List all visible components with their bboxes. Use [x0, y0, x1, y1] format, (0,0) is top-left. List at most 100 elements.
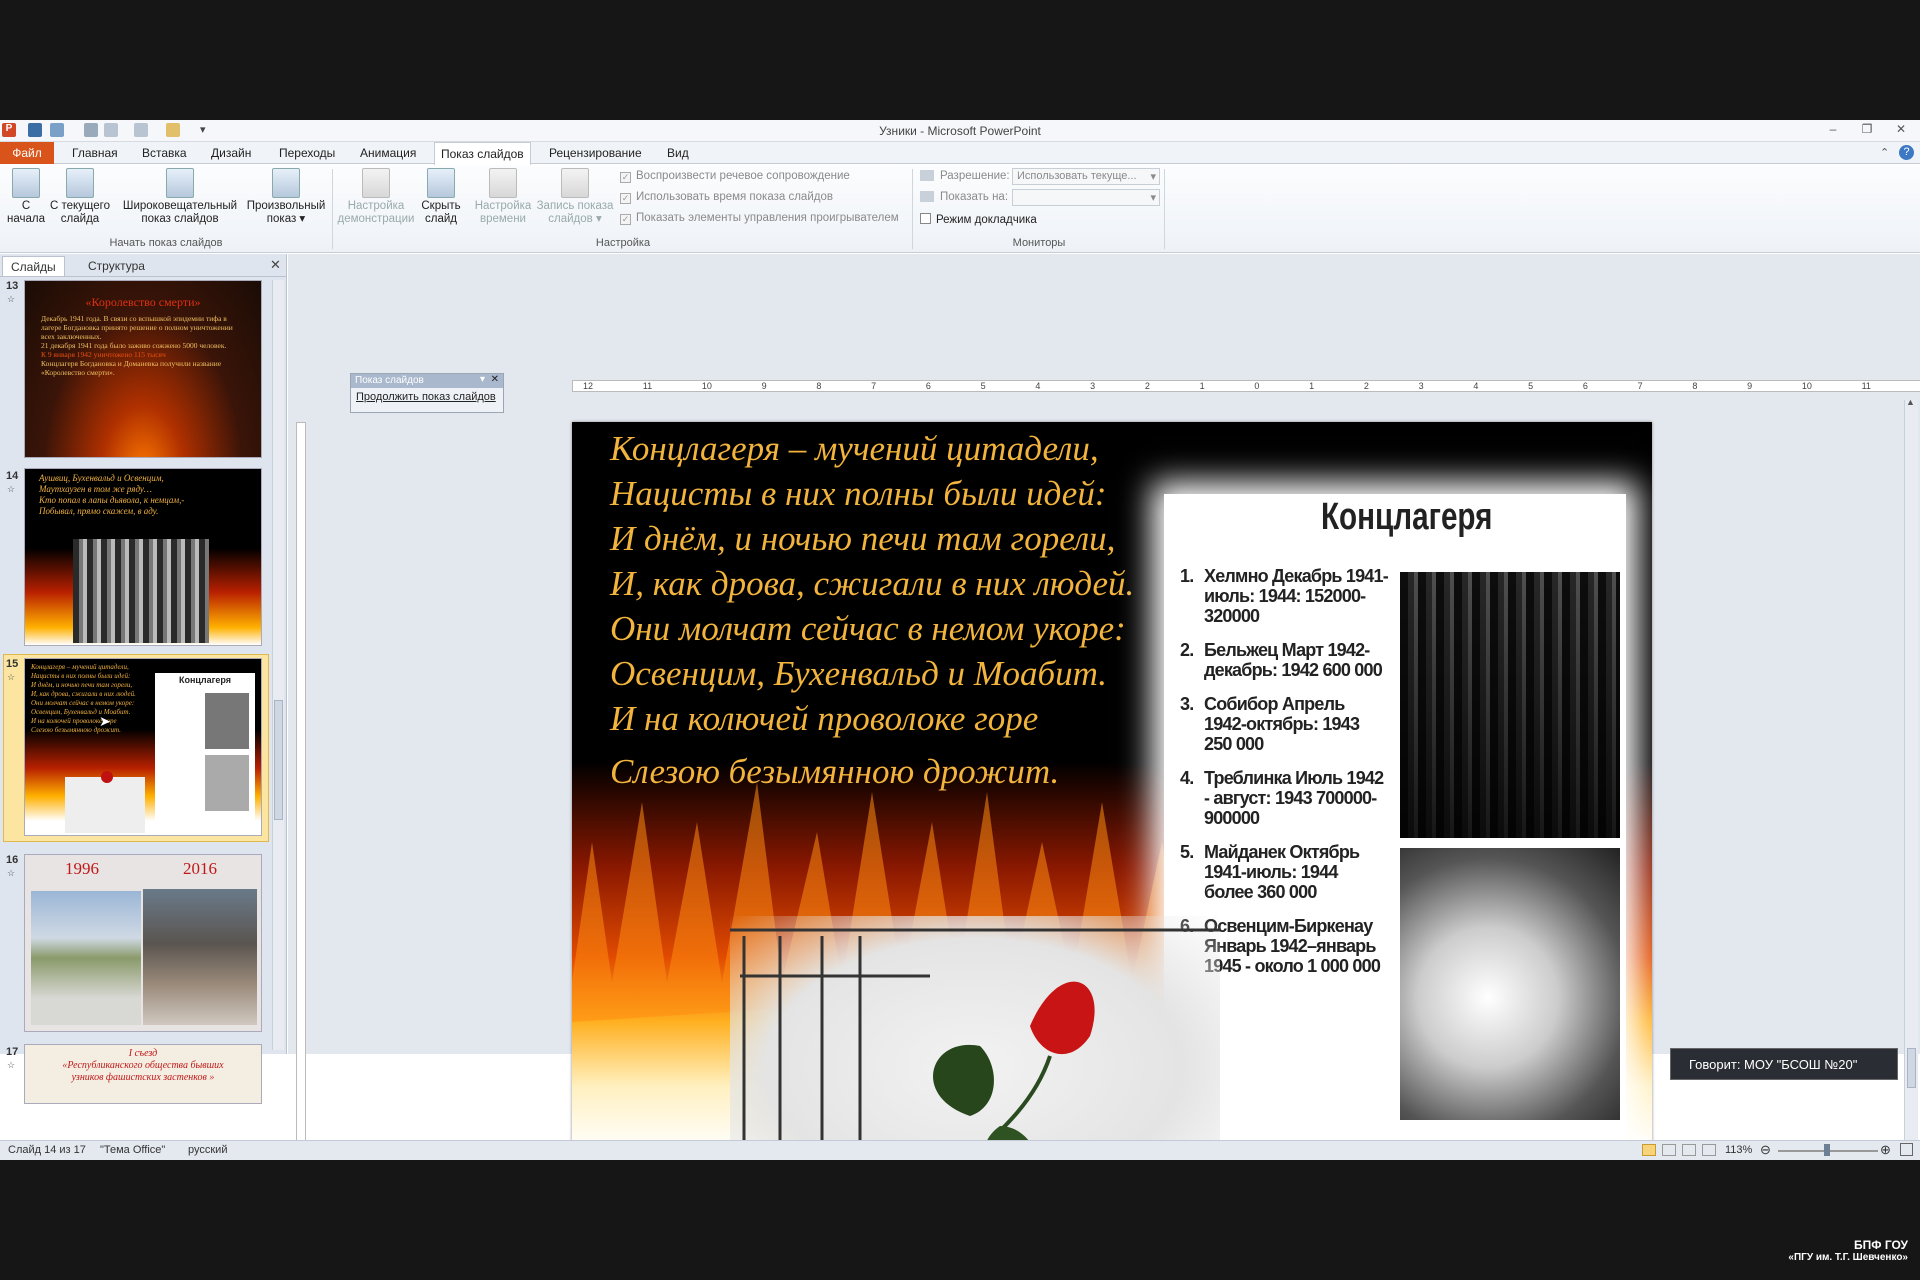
- thumb-number: 14: [6, 470, 19, 482]
- camp-text: Хелмно Декабрь 1941-июль: 1944: 152000-3…: [1204, 566, 1389, 626]
- slide-thumbnail-15[interactable]: Концлагеря – мучений цитадели, Нацисты в…: [24, 658, 262, 836]
- slide-thumbnail-13[interactable]: «Королевство смерти» Декабрь 1941 года. …: [24, 280, 262, 458]
- presenter-view-checkbox[interactable]: Режим докладчика: [920, 213, 1037, 226]
- group-label-monitors: Мониторы: [1012, 237, 1066, 249]
- setup-icon: [362, 168, 390, 198]
- close-icon[interactable]: ✕: [1890, 122, 1912, 138]
- hide-slide-button[interactable]: Скрыть слайд: [418, 168, 464, 226]
- restore-icon[interactable]: ❐: [1856, 122, 1878, 138]
- camp-item: 1. Хелмно Декабрь 1941-июль: 1944: 152000…: [1180, 566, 1390, 626]
- use-timings-checkbox[interactable]: ✓ Использовать время показа слайдов: [620, 191, 833, 204]
- tab-file[interactable]: Файл: [0, 142, 54, 164]
- ruler-mark: 11: [1861, 381, 1871, 391]
- resume-slideshow-button[interactable]: Продолжить показ слайдов: [351, 388, 503, 406]
- execution-photo-2: [1400, 848, 1620, 1120]
- close-pane-icon[interactable]: ✕: [270, 257, 281, 273]
- camp-number: 4.: [1180, 768, 1194, 788]
- from-start-button[interactable]: С начала: [4, 168, 48, 226]
- slideshow-view-icon[interactable]: [1702, 1144, 1716, 1156]
- from-current-button[interactable]: С текущего слайда: [48, 168, 112, 226]
- camp-text: Треблинка Июль 1942 - август: 1943 70000…: [1204, 768, 1384, 828]
- resolution-icon: [920, 170, 934, 181]
- zoom-level[interactable]: 113%: [1725, 1144, 1752, 1156]
- pane-scroll-thumb[interactable]: [274, 700, 283, 820]
- tab-slideshow[interactable]: Показ слайдов: [434, 142, 531, 165]
- theme-name[interactable]: "Тема Office": [100, 1144, 165, 1156]
- tab-design[interactable]: Дизайн: [205, 146, 257, 164]
- reading-view-icon[interactable]: [1682, 1144, 1696, 1156]
- hide-slide-label-1: Скрыть: [421, 200, 461, 212]
- thumb-line: узников фашистских застенков »: [71, 1072, 215, 1083]
- ruler-mark: 1: [1199, 381, 1205, 391]
- chevron-down-icon[interactable]: ▾: [480, 374, 485, 385]
- slide-thumbnail-14[interactable]: Аушвиц, Бухенвальд и Освенцим, Маутхаузе…: [24, 468, 262, 646]
- camp-text: Бельжец Март 1942-декабрь: 1942 600 000: [1204, 640, 1383, 680]
- timings-label-1: Настройка: [474, 200, 532, 212]
- record-show-button[interactable]: Запись показа слайдов ▾: [536, 168, 614, 226]
- language[interactable]: русский: [188, 1144, 227, 1156]
- tab-animation[interactable]: Анимация: [354, 146, 422, 164]
- hide-slide-icon: [427, 168, 455, 198]
- ruler-mark: 6: [925, 381, 931, 391]
- show-on-select[interactable]: ▾: [1012, 189, 1160, 206]
- scroll-up-icon[interactable]: ▲: [1906, 397, 1915, 407]
- tab-outline[interactable]: Структура: [80, 256, 153, 276]
- slide-sorter-icon[interactable]: [1662, 1144, 1676, 1156]
- presenter-view-label: Режим докладчика: [936, 214, 1037, 226]
- editor-scroll-thumb[interactable]: [1907, 1048, 1916, 1088]
- hide-slide-label-2: слайд: [425, 213, 457, 225]
- thumb-text: Декабрь 1941 года. В связи со вспышкой э…: [25, 310, 261, 381]
- broadcast-label-1: Широковещательный: [122, 200, 238, 212]
- help-icon[interactable]: ?: [1899, 145, 1914, 160]
- tab-view[interactable]: Вид: [661, 146, 695, 164]
- zoom-slider-thumb[interactable]: [1824, 1144, 1830, 1156]
- thumb-rose-image: [65, 777, 145, 833]
- tab-review[interactable]: Рецензирование: [543, 146, 648, 164]
- poem-line: Освенцим, Бухенвальд и Моабит.: [610, 654, 1108, 693]
- ruler-mark: 9: [1747, 381, 1753, 391]
- pane-scrollbar[interactable]: [272, 280, 284, 1050]
- thumb-photo: [205, 693, 249, 749]
- narration-label: Воспроизвести речевое сопровождение: [636, 170, 850, 182]
- fit-slide-icon[interactable]: [1900, 1143, 1913, 1156]
- collapse-ribbon-icon[interactable]: ⌃: [1880, 146, 1889, 159]
- narration-checkbox[interactable]: ✓ Воспроизвести речевое сопровождение: [620, 170, 850, 183]
- current-slide[interactable]: Концлагеря – мучений цитадели, Нацисты в…: [572, 422, 1652, 1160]
- broadcast-button[interactable]: Широковещательный показ слайдов: [118, 168, 242, 226]
- from-current-label-2: слайда: [60, 213, 100, 225]
- ruler-mark: 5: [980, 381, 986, 391]
- normal-view-icon[interactable]: [1642, 1144, 1656, 1156]
- barbed-wire-drawing: [730, 928, 1220, 1160]
- ruler-mark: 8: [816, 381, 822, 391]
- editor-scrollbar[interactable]: ▲ ▼ ⇞ ⇟: [1904, 397, 1918, 1160]
- from-current-label-1: С текущего: [49, 200, 110, 212]
- timings-label-2: времени: [480, 213, 526, 225]
- setup-show-button[interactable]: Настройка демонстрации: [336, 168, 416, 226]
- thumb-box-title: Концлагеря: [178, 675, 232, 685]
- zoom-in-icon[interactable]: ⊕: [1880, 1142, 1891, 1158]
- show-controls-checkbox[interactable]: ✓ Показать элементы управления проигрыват…: [620, 212, 899, 225]
- custom-show-button[interactable]: Произвольный показ ▾: [243, 168, 329, 226]
- tab-transitions[interactable]: Переходы: [273, 146, 341, 164]
- tab-home[interactable]: Главная: [66, 146, 124, 164]
- floating-toolbar-title-bar: Показ слайдов ▾ ✕: [351, 374, 503, 388]
- resolution-select[interactable]: Использовать текуще... ▾: [1012, 168, 1160, 185]
- poem-line: Слезою безымянною дрожит.: [610, 752, 1060, 791]
- close-icon[interactable]: ✕: [491, 374, 499, 385]
- chevron-down-icon: ▾: [1150, 171, 1156, 183]
- slide-thumbnail-16[interactable]: 1996 2016: [24, 854, 262, 1032]
- mouse-cursor-icon: ➤: [99, 713, 111, 729]
- thumb-camps-box: Концлагеря: [155, 673, 255, 829]
- minimize-icon[interactable]: –: [1822, 122, 1844, 138]
- watermark: БПФ ГОУ «ПГУ им. Т.Г. Шевченко»: [1700, 1238, 1908, 1263]
- slides-pane: Слайды Структура ✕ 13 ☆ «Королевство сме…: [0, 254, 287, 1104]
- ruler-mark: 5: [1528, 381, 1534, 391]
- tab-insert[interactable]: Вставка: [136, 146, 193, 164]
- floating-toolbar-title: Показ слайдов: [355, 375, 424, 386]
- slide-thumbnail-17[interactable]: I съезд «Республиканского общества бывши…: [24, 1044, 262, 1104]
- speaker-tooltip: Говорит: МОУ "БСОШ №20": [1670, 1048, 1898, 1080]
- tab-slides[interactable]: Слайды: [2, 256, 65, 276]
- zoom-out-icon[interactable]: ⊖: [1760, 1142, 1771, 1158]
- rehearse-timings-button[interactable]: Настройка времени: [472, 168, 534, 226]
- poem-line: И, как дрова, сжигали в них людей.: [610, 564, 1135, 603]
